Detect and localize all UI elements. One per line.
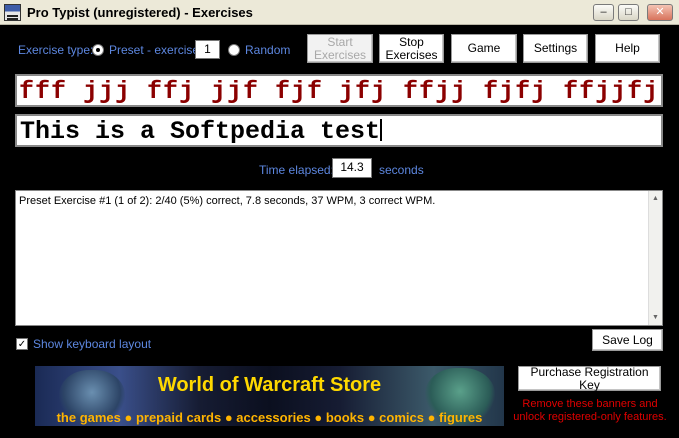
app-icon[interactable] [4, 4, 21, 21]
title-bar: Pro Typist (unregistered) - Exercises – … [0, 0, 679, 25]
purchase-registration-button[interactable]: Purchase Registration Key [518, 365, 661, 391]
minimize-button[interactable]: – [593, 4, 614, 21]
time-elapsed-label: Time elapsed: [259, 163, 334, 177]
exercise-type-label: Exercise type: [18, 43, 94, 57]
log-scrollbar[interactable]: ▲ ▼ [648, 191, 662, 325]
results-log[interactable]: Preset Exercise #1 (1 of 2): 2/40 (5%) c… [15, 190, 663, 326]
show-keyboard-label[interactable]: Show keyboard layout [33, 337, 151, 351]
random-label[interactable]: Random [245, 43, 290, 57]
start-exercises-button[interactable]: Start Exercises [307, 34, 373, 63]
log-entry: Preset Exercise #1 (1 of 2): 2/40 (5%) c… [19, 195, 436, 207]
save-log-button[interactable]: Save Log [592, 329, 663, 351]
show-keyboard-checkbox[interactable]: ✓ [16, 338, 28, 350]
close-button[interactable]: ✕ [647, 4, 673, 21]
preset-exercise-label[interactable]: Preset - exercise: [109, 43, 202, 57]
help-button[interactable]: Help [595, 34, 660, 63]
random-radio[interactable] [228, 44, 240, 56]
game-button[interactable]: Game [451, 34, 517, 63]
banner-title: World of Warcraft Store [157, 374, 382, 396]
exercise-number-input[interactable]: 1 [195, 40, 220, 59]
target-text-display: fff jjj ffj jjf fjf jfj ffjj fjfj ffjjfj [15, 74, 663, 107]
scroll-down-arrow-icon[interactable]: ▼ [649, 311, 662, 324]
text-caret [380, 119, 383, 141]
seconds-label: seconds [379, 163, 424, 177]
settings-button[interactable]: Settings [523, 34, 588, 63]
maximize-button[interactable]: □ [618, 4, 639, 21]
banner-subtitle: the games ● prepaid cards ● accessories … [56, 410, 483, 425]
warcraft-store-banner[interactable]: World of Warcraft Store the games ● prep… [35, 366, 504, 426]
typed-text: This is a Softpedia test [20, 117, 381, 146]
time-elapsed-value: 14.3 [332, 158, 372, 178]
scroll-up-arrow-icon[interactable]: ▲ [649, 192, 662, 205]
registration-promo-text: Remove these banners and unlock register… [513, 398, 667, 423]
preset-radio[interactable] [92, 44, 104, 56]
stop-exercises-button[interactable]: Stop Exercises [379, 34, 444, 63]
typing-input[interactable]: This is a Softpedia test [15, 114, 663, 147]
window-title: Pro Typist (unregistered) - Exercises [27, 5, 253, 20]
